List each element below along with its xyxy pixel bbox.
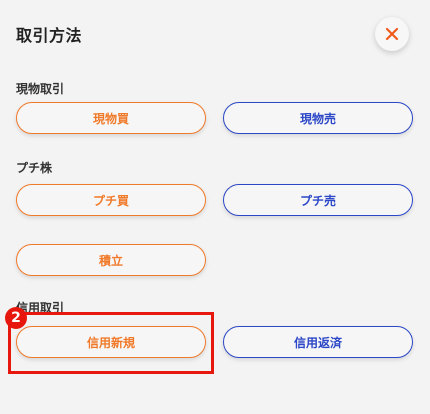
tsumitate-button[interactable]: 積立	[16, 244, 206, 276]
genbutsu-sell-button[interactable]: 現物売	[223, 102, 413, 134]
page-title: 取引方法	[16, 26, 83, 45]
petit-sell-button[interactable]: プチ売	[223, 184, 413, 216]
close-button[interactable]	[375, 17, 409, 51]
shinyo-close-button[interactable]: 信用返済	[223, 326, 413, 358]
close-icon	[385, 27, 399, 41]
highlight-box	[8, 312, 214, 374]
step-badge: 2	[5, 307, 27, 329]
genbutsu-buy-button[interactable]: 現物買	[16, 102, 206, 134]
section-label-petit: プチ株	[16, 161, 53, 175]
section-label-genbutsu: 現物取引	[16, 82, 65, 96]
petit-buy-button[interactable]: プチ買	[16, 184, 206, 216]
